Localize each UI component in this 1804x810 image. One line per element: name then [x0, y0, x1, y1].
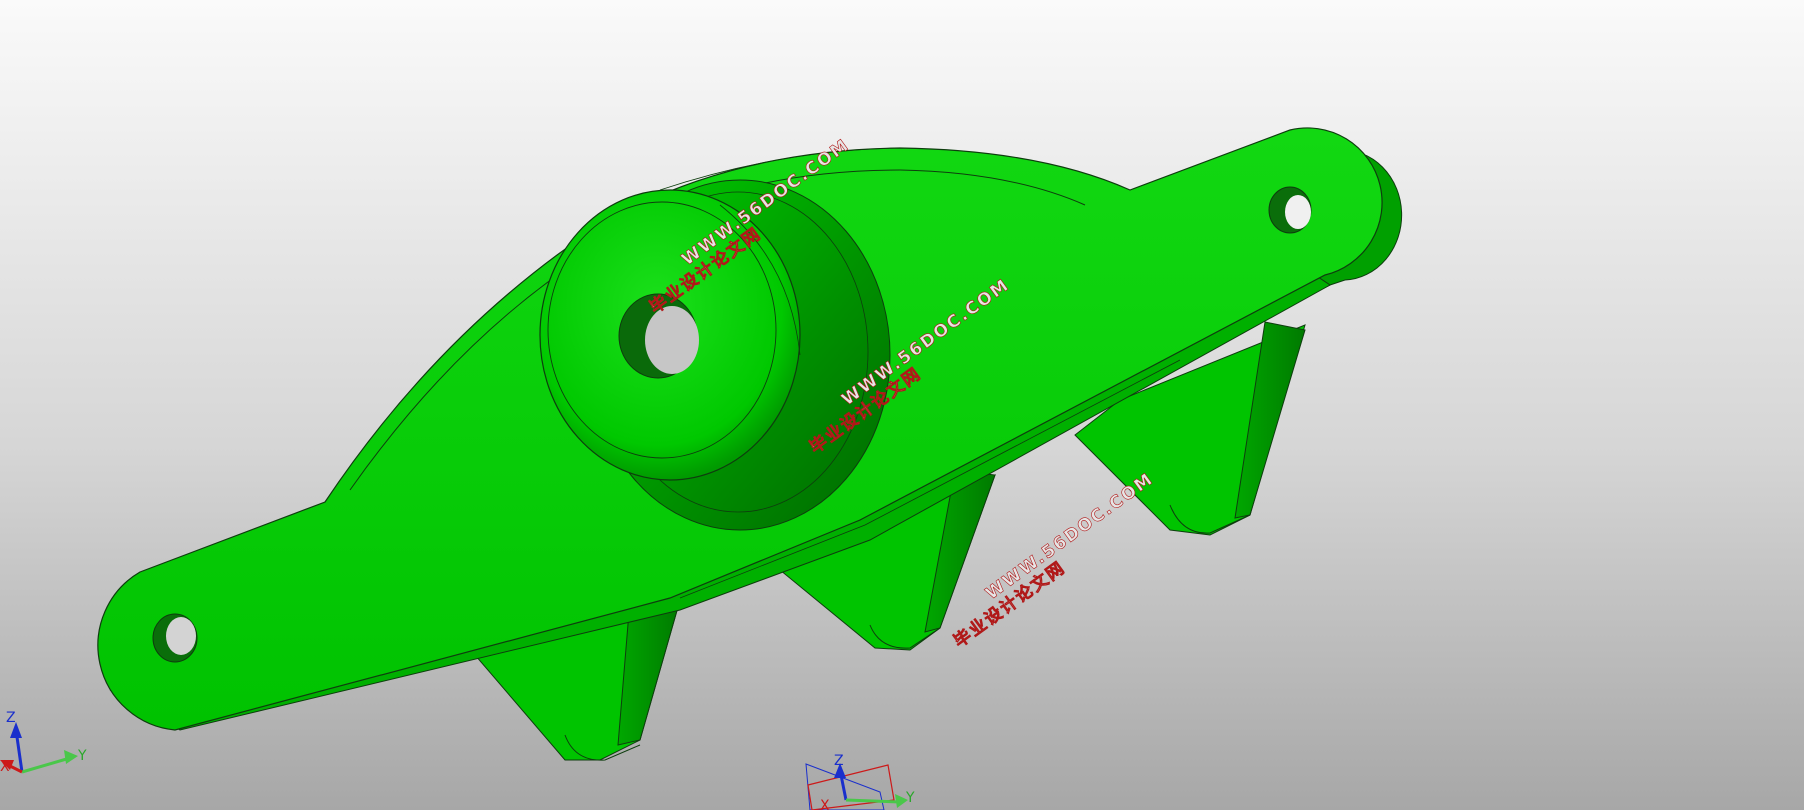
graphics-viewport[interactable]: Z Y X Z Y X WWW.56DOC.COM 毕业设计论文网 WWW.56… — [0, 0, 1804, 810]
triad-y-label: Y — [77, 748, 87, 764]
model-scene[interactable]: Z Y X Z Y X — [0, 0, 1804, 810]
view-triad[interactable]: Z Y X — [0, 710, 87, 775]
triad-x-label: X — [0, 759, 10, 775]
pivot-hole-left[interactable] — [152, 613, 198, 663]
origin-y-label: Y — [905, 790, 915, 806]
origin-x-label: X — [820, 798, 830, 810]
triad-z-label: Z — [6, 710, 16, 726]
pivot-hole-right[interactable] — [1268, 186, 1312, 234]
origin-z-label: Z — [834, 753, 844, 769]
origin-triad[interactable]: Z Y X — [805, 753, 915, 810]
